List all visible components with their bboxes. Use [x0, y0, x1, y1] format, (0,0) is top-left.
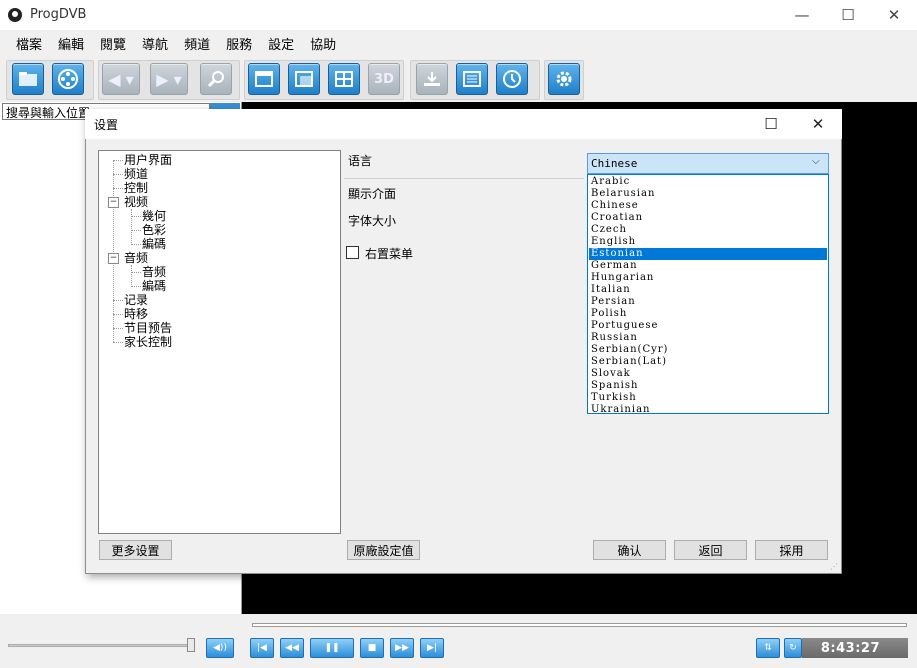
refresh-icon[interactable]: ↻ [784, 638, 802, 658]
volume-slider[interactable] [8, 644, 194, 647]
language-option-highlighted[interactable]: Estonian [589, 248, 827, 260]
language-option[interactable]: Persian [589, 296, 827, 308]
list-icon[interactable] [456, 63, 488, 95]
menu-navigate[interactable]: 導航 [134, 34, 176, 53]
layout-icon[interactable] [288, 63, 320, 95]
settings-tree[interactable]: 用户界面 频道 控制 − 视频 幾何 色彩 編碼 − 音频 音频 編碼 记录 時… [98, 150, 341, 534]
language-option[interactable]: Croatian [589, 212, 827, 224]
back-icon[interactable]: ◀ ▾ [102, 63, 140, 95]
language-option[interactable]: Russian [589, 332, 827, 344]
tree-item-timeshift[interactable]: 時移 [124, 307, 148, 321]
menu-file[interactable]: 檔案 [8, 34, 50, 53]
language-option[interactable]: Slovak [589, 368, 827, 380]
tree-item-audio-sub[interactable]: 音频 [142, 265, 166, 279]
language-option[interactable]: Serbian(Cyr) [589, 344, 827, 356]
menu-right-label[interactable]: 右置菜单 [365, 245, 413, 262]
menu-channels[interactable]: 頻道 [176, 34, 218, 53]
language-option[interactable]: Portuguese [589, 320, 827, 332]
tree-expander-video[interactable]: − [108, 197, 119, 208]
apply-button[interactable]: 採用 [755, 540, 828, 560]
language-option[interactable]: Spanish [589, 380, 827, 392]
tree-item-video[interactable]: 视频 [124, 195, 148, 209]
language-option[interactable]: Hungarian [589, 272, 827, 284]
menu-view[interactable]: 閱覽 [92, 34, 134, 53]
tree-expander-audio[interactable]: − [108, 253, 119, 264]
language-option[interactable]: German [589, 260, 827, 272]
volume-icon[interactable]: ◀)) [206, 638, 234, 658]
dialog-title-bar [85, 109, 842, 139]
search-icon[interactable] [200, 63, 232, 95]
app-logo-icon [8, 8, 22, 22]
tree-item-channels[interactable]: 频道 [124, 167, 148, 181]
time-display: 8:43:27 [802, 638, 908, 658]
language-option[interactable]: Czech [589, 224, 827, 236]
skip-end-icon[interactable]: ▶| [420, 638, 444, 658]
tree-item-control[interactable]: 控制 [124, 181, 148, 195]
tree-item-ui[interactable]: 用户界面 [124, 153, 172, 167]
tree-item-audio-codec[interactable]: 編碼 [142, 279, 166, 293]
reel-icon[interactable] [52, 63, 84, 95]
separator [344, 178, 584, 179]
seek-bar[interactable] [252, 623, 907, 627]
menu-bar: 檔案 編輯 閱覽 導航 頻道 服務 設定 協助 [0, 30, 917, 56]
defaults-button[interactable]: 原廠設定值 [347, 540, 420, 560]
tree-item-epg[interactable]: 节目预告 [124, 321, 172, 335]
language-option[interactable]: Polish [589, 308, 827, 320]
rewind-icon[interactable]: ◀◀ [280, 638, 304, 658]
menu-services[interactable]: 服務 [218, 34, 260, 53]
language-option[interactable]: Ukrainian [589, 404, 827, 416]
toolbar: ◀ ▾ ▶ ▾ 3D [0, 56, 917, 102]
skip-start-icon[interactable]: |◀ [250, 638, 274, 658]
forward-icon[interactable]: ▶ ▾ [150, 63, 188, 95]
resize-grip-icon[interactable]: ⋰ [830, 562, 840, 572]
language-label: 语言 [348, 154, 373, 168]
window-icon[interactable] [248, 63, 280, 95]
3d-icon[interactable]: 3D [368, 63, 400, 95]
volume-thumb[interactable] [187, 638, 195, 652]
open-icon[interactable] [12, 63, 44, 95]
language-option[interactable]: Serbian(Lat) [589, 356, 827, 368]
language-option[interactable]: English [589, 236, 827, 248]
menu-settings[interactable]: 設定 [260, 34, 302, 53]
language-option[interactable]: Arabic [589, 176, 827, 188]
language-option[interactable]: Italian [589, 284, 827, 296]
back-button[interactable]: 返回 [674, 540, 747, 560]
tree-item-color[interactable]: 色彩 [142, 223, 166, 237]
maximize-button[interactable]: ☐ [825, 0, 871, 30]
stop-icon[interactable]: ■ [360, 638, 384, 658]
dialog-close-button[interactable]: ✕ [795, 109, 841, 139]
tree-item-geometry[interactable]: 幾何 [142, 209, 166, 223]
record-icon[interactable] [416, 63, 448, 95]
chevron-down-icon[interactable]: ⌵ [812, 156, 820, 167]
font-size-label: 字体大小 [348, 214, 397, 228]
fast-forward-icon[interactable]: ▶▶ [390, 638, 414, 658]
tree-item-record[interactable]: 记录 [124, 293, 148, 307]
menu-right-checkbox[interactable] [346, 246, 359, 259]
language-option[interactable]: Chinese [589, 200, 827, 212]
settings-icon[interactable] [548, 63, 580, 95]
ok-button[interactable]: 确认 [593, 540, 666, 560]
menu-edit[interactable]: 編輯 [50, 34, 92, 53]
dialog-maximize-button[interactable]: ☐ [748, 109, 794, 139]
tree-item-audio[interactable]: 音频 [124, 251, 148, 265]
dialog-title: 设置 [94, 118, 119, 132]
grid-icon[interactable] [328, 63, 360, 95]
more-settings-button[interactable]: 更多设置 [99, 540, 172, 560]
menu-help[interactable]: 協助 [302, 34, 344, 53]
close-button[interactable]: ✕ [871, 0, 917, 30]
tree-item-video-codec[interactable]: 編碼 [142, 237, 166, 251]
clock-icon[interactable] [496, 63, 528, 95]
language-option[interactable]: Turkish [589, 392, 827, 404]
minimize-button[interactable]: — [779, 0, 825, 30]
app-title: ProgDVB [30, 7, 87, 22]
language-option[interactable]: Belarusian [589, 188, 827, 200]
pause-icon[interactable]: ❚❚ [310, 638, 354, 658]
equalizer-icon[interactable]: ⇅ [756, 638, 780, 658]
tree-item-parental[interactable]: 家长控制 [124, 335, 172, 349]
language-select[interactable]: Chinese [587, 153, 829, 174]
display-label: 顯示介面 [348, 187, 397, 201]
language-dropdown-list[interactable]: Arabic Belarusian Chinese Croatian Czech… [587, 174, 829, 416]
